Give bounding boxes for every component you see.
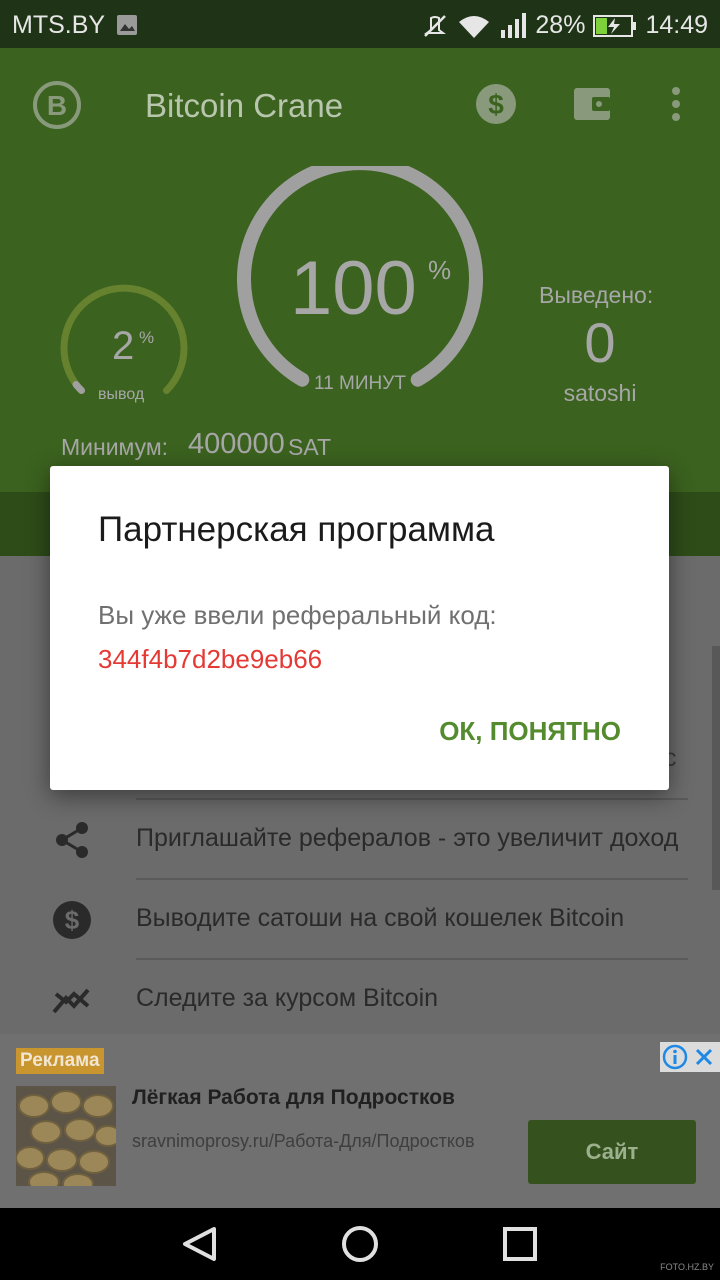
wifi-icon bbox=[459, 15, 490, 38]
battery-percent: 28% bbox=[535, 11, 586, 39]
signal-icon bbox=[501, 12, 527, 38]
status-bar: MTS.BY 28% 14:49 bbox=[0, 0, 720, 48]
bitcoin-logo-icon[interactable]: B bbox=[32, 80, 82, 130]
minimum-value: 400000 bbox=[188, 428, 285, 460]
ad-badge: Реклама bbox=[16, 1048, 104, 1074]
trend-icon bbox=[52, 988, 90, 1014]
withdraw-gauge-value: 2 bbox=[112, 324, 135, 368]
withdraw-gauge-unit: % bbox=[139, 328, 155, 347]
overflow-menu-icon[interactable] bbox=[666, 84, 686, 124]
close-icon[interactable] bbox=[692, 1045, 716, 1069]
scrollbar[interactable] bbox=[712, 646, 720, 890]
dialog-title: Партнерская программа bbox=[98, 510, 495, 549]
withdraw-gauge-label: вывод bbox=[98, 386, 145, 403]
app-title: Bitcoin Crane bbox=[145, 87, 344, 124]
dialog-message: Вы уже ввели реферальный код: bbox=[98, 600, 497, 630]
svg-text:$: $ bbox=[488, 89, 504, 120]
navigation-bar bbox=[0, 1208, 720, 1280]
ad-title[interactable]: Лёгкая Работа для Подростков bbox=[132, 1086, 455, 1110]
home-icon[interactable] bbox=[340, 1224, 380, 1264]
minimum-unit: SAT bbox=[288, 434, 332, 460]
svg-text:B: B bbox=[47, 90, 67, 121]
clock: 14:49 bbox=[645, 11, 708, 39]
ad-url[interactable]: sravnimoprosy.ru/Работа-Для/Подростков bbox=[132, 1130, 492, 1152]
list-item-label: Приглашайте рефералов - это увеличит дох… bbox=[136, 824, 679, 852]
share-icon bbox=[56, 822, 88, 858]
info-icon[interactable] bbox=[662, 1044, 688, 1070]
ok-button[interactable]: ОК, ПОНЯТНО bbox=[439, 716, 621, 747]
list-item-invite[interactable]: Приглашайте рефералов - это увеличит дох… bbox=[0, 800, 720, 880]
dollar-icon[interactable]: $ bbox=[474, 82, 518, 126]
main-gauge-value: 100 bbox=[290, 246, 417, 331]
list-item-withdraw[interactable]: $ Выводите сатоши на свой кошелек Bitcoi… bbox=[0, 880, 720, 960]
watermark: FOTO.HZ.BY bbox=[660, 1262, 714, 1272]
ad-thumbnail[interactable] bbox=[16, 1086, 116, 1186]
mute-icon bbox=[424, 14, 447, 37]
ad-info-panel[interactable] bbox=[660, 1042, 720, 1072]
coins-image bbox=[16, 1086, 116, 1186]
ad-site-button[interactable]: Сайт bbox=[528, 1120, 696, 1184]
back-icon[interactable] bbox=[180, 1226, 220, 1262]
list-item-label: Выводите сатоши на свой кошелек Bitcoin bbox=[136, 904, 625, 932]
recents-icon[interactable] bbox=[502, 1226, 538, 1262]
svg-text:$: $ bbox=[65, 905, 80, 935]
minimum-label: Минимум: bbox=[61, 434, 169, 460]
battery-charging-icon bbox=[593, 14, 637, 37]
referral-dialog: Партнерская программа Вы уже ввели рефер… bbox=[50, 466, 669, 790]
wallet-icon[interactable] bbox=[572, 84, 614, 124]
withdrawn-unit: satoshi bbox=[563, 380, 637, 406]
withdrawn-value: 0 bbox=[584, 311, 616, 374]
dollar-icon: $ bbox=[53, 901, 91, 939]
carrier-label: MTS.BY bbox=[12, 11, 106, 39]
referral-code: 344f4b7d2be9eb66 bbox=[98, 644, 323, 674]
main-gauge-unit: % bbox=[428, 255, 452, 285]
image-notification-icon bbox=[117, 15, 137, 35]
list-item-label: Следите за курсом Bitcoin bbox=[136, 984, 439, 1012]
list-item-rate[interactable]: Следите за курсом Bitcoin bbox=[0, 960, 720, 1034]
withdrawn-label: Выведено: bbox=[539, 282, 654, 308]
